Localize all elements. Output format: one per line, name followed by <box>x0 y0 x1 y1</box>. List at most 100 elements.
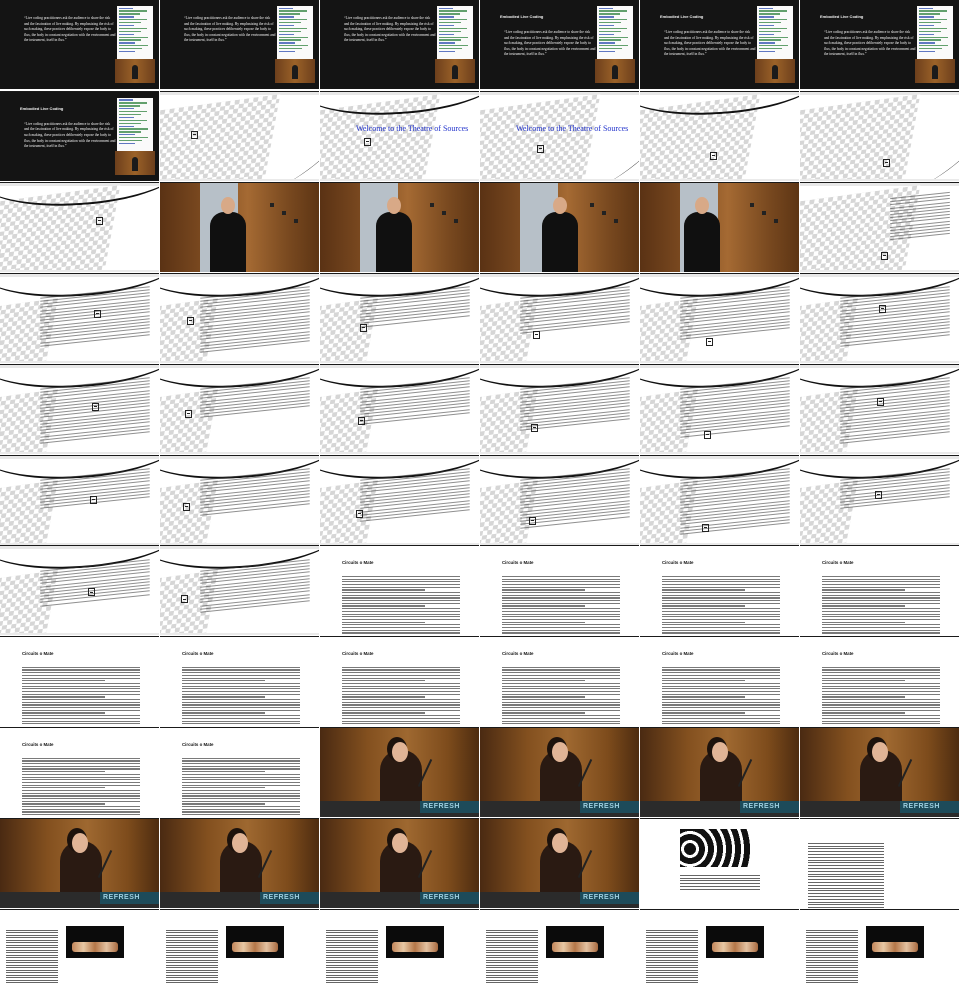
frame-thumbnail[interactable] <box>800 454 959 545</box>
status-bar <box>800 269 959 272</box>
article-photo <box>706 926 764 958</box>
frame-thumbnail[interactable] <box>160 181 319 272</box>
frame-thumbnail[interactable] <box>640 454 799 545</box>
frame-thumbnail[interactable]: “Live coding practitioners ask the audie… <box>0 0 159 89</box>
frame-thumbnail[interactable]: REFRESH <box>480 818 639 909</box>
frame-thumbnail[interactable] <box>320 272 479 363</box>
status-bar <box>480 542 639 545</box>
text-lines <box>840 286 950 347</box>
frame-thumbnail[interactable]: Circuits o Mate <box>800 636 959 727</box>
hourglass-icon <box>191 130 198 139</box>
frame-thumbnail[interactable]: REFRESH <box>800 727 959 818</box>
frame-thumbnail[interactable] <box>320 181 479 272</box>
frame-thumbnail[interactable]: Circuits o Mate <box>640 545 799 636</box>
frame-thumbnail[interactable]: Embodied Live Coding “Live coding practit… <box>0 90 159 181</box>
hourglass-icon <box>533 330 540 339</box>
frame-thumbnail[interactable] <box>800 818 959 909</box>
frame-thumbnail[interactable]: REFRESH <box>0 818 159 909</box>
text-lines <box>6 928 58 985</box>
slide-quote: “Live coding practitioners ask the audie… <box>824 30 916 57</box>
text-lines <box>806 928 858 985</box>
frame-thumbnail[interactable]: Embodied Live Coding “Live coding practit… <box>480 0 639 89</box>
frame-thumbnail[interactable] <box>160 454 319 545</box>
text-lines <box>646 928 698 985</box>
slide-heading: Embodied Live Coding <box>20 105 64 111</box>
frame-thumbnail[interactable] <box>640 181 799 272</box>
frame-thumbnail[interactable] <box>160 363 319 454</box>
frame-thumbnail[interactable] <box>640 363 799 454</box>
frame-thumbnail[interactable]: Welcome to the Theatre of Sources <box>480 90 639 181</box>
hourglass-icon <box>877 397 884 406</box>
frame-thumbnail[interactable]: REFRESH <box>160 818 319 909</box>
frame-thumbnail[interactable] <box>320 454 479 545</box>
frame-thumbnail[interactable]: Circuits o Mate <box>640 636 799 727</box>
text-lines <box>822 574 940 636</box>
frame-thumbnail[interactable] <box>640 90 799 181</box>
status-bar <box>640 178 799 181</box>
frame-thumbnail[interactable] <box>640 909 799 999</box>
text-lines <box>822 665 940 727</box>
frame-thumbnail[interactable] <box>0 181 159 272</box>
venue-banner: REFRESH <box>580 892 639 905</box>
frame-thumbnail[interactable]: Circuits o Mate <box>160 727 319 818</box>
frame-thumbnail[interactable] <box>800 90 959 181</box>
status-bar <box>160 178 319 181</box>
frame-thumbnail[interactable]: Circuits o Mate <box>0 727 159 818</box>
frame-thumbnail[interactable] <box>480 363 639 454</box>
frame-thumbnail[interactable]: Circuits o Mate <box>800 545 959 636</box>
frame-thumbnail[interactable] <box>640 272 799 363</box>
frame-thumbnail[interactable] <box>480 909 639 999</box>
slide-heading: Embodied Live Coding <box>820 14 864 19</box>
frame-thumbnail[interactable]: REFRESH <box>320 727 479 818</box>
frame-thumbnail[interactable] <box>320 363 479 454</box>
frame-thumbnail[interactable] <box>0 363 159 454</box>
venue-banner: REFRESH <box>900 801 959 814</box>
frame-thumbnail[interactable] <box>160 90 319 181</box>
frame-thumbnail[interactable]: REFRESH <box>320 818 479 909</box>
wall-speaker <box>454 218 458 223</box>
text-lines <box>808 841 884 909</box>
frame-thumbnail[interactable]: Circuits o Mate <box>480 545 639 636</box>
frame-thumbnail[interactable]: REFRESH <box>480 727 639 818</box>
frame-thumbnail[interactable]: Circuits o Mate <box>0 636 159 727</box>
frame-thumbnail[interactable] <box>640 818 799 909</box>
frame-thumbnail[interactable] <box>480 181 639 272</box>
frame-thumbnail[interactable]: Circuits o Mate <box>320 636 479 727</box>
frame-thumbnail[interactable]: Welcome to the Theatre of Sources <box>320 90 479 181</box>
frame-thumbnail[interactable] <box>480 454 639 545</box>
frame-thumbnail[interactable] <box>800 909 959 999</box>
webcam-inset <box>115 150 155 175</box>
frame-thumbnail[interactable] <box>0 909 159 999</box>
document-title: Circuits o Mate <box>662 651 694 657</box>
frame-thumbnail[interactable] <box>0 454 159 545</box>
frame-thumbnail[interactable]: “Live coding practitioners ask the audie… <box>320 0 479 89</box>
webcam-inset <box>595 59 635 83</box>
hourglass-icon <box>96 216 103 225</box>
text-lines <box>166 928 218 985</box>
frame-thumbnail[interactable]: Circuits o Mate <box>160 636 319 727</box>
frame-thumbnail[interactable]: REFRESH <box>640 727 799 818</box>
frame-thumbnail[interactable] <box>480 272 639 363</box>
frame-thumbnail[interactable] <box>800 272 959 363</box>
frame-thumbnail[interactable]: Embodied Live Coding “Live coding practit… <box>800 0 959 89</box>
venue-banner: REFRESH <box>420 892 479 905</box>
frame-thumbnail[interactable] <box>800 181 959 272</box>
frame-thumbnail[interactable] <box>320 909 479 999</box>
frame-thumbnail[interactable] <box>160 545 319 636</box>
wall-speaker <box>750 202 754 207</box>
frame-thumbnail[interactable] <box>160 272 319 363</box>
code-editor-panel <box>117 97 153 154</box>
text-lines <box>342 574 460 636</box>
frame-thumbnail[interactable]: “Live coding practitioners ask the audie… <box>160 0 319 89</box>
status-bar <box>480 178 639 181</box>
frame-thumbnail[interactable]: Circuits o Mate <box>480 636 639 727</box>
status-bar <box>800 360 959 363</box>
frame-thumbnail[interactable]: Embodied Live Coding “Live coding practit… <box>640 0 799 89</box>
frame-thumbnail[interactable] <box>0 545 159 636</box>
text-lines <box>200 377 310 419</box>
frame-thumbnail[interactable] <box>800 363 959 454</box>
frame-thumbnail[interactable] <box>160 909 319 999</box>
frame-thumbnail[interactable] <box>0 272 159 363</box>
text-lines <box>662 665 780 727</box>
frame-thumbnail[interactable]: Circuits o Mate <box>320 545 479 636</box>
